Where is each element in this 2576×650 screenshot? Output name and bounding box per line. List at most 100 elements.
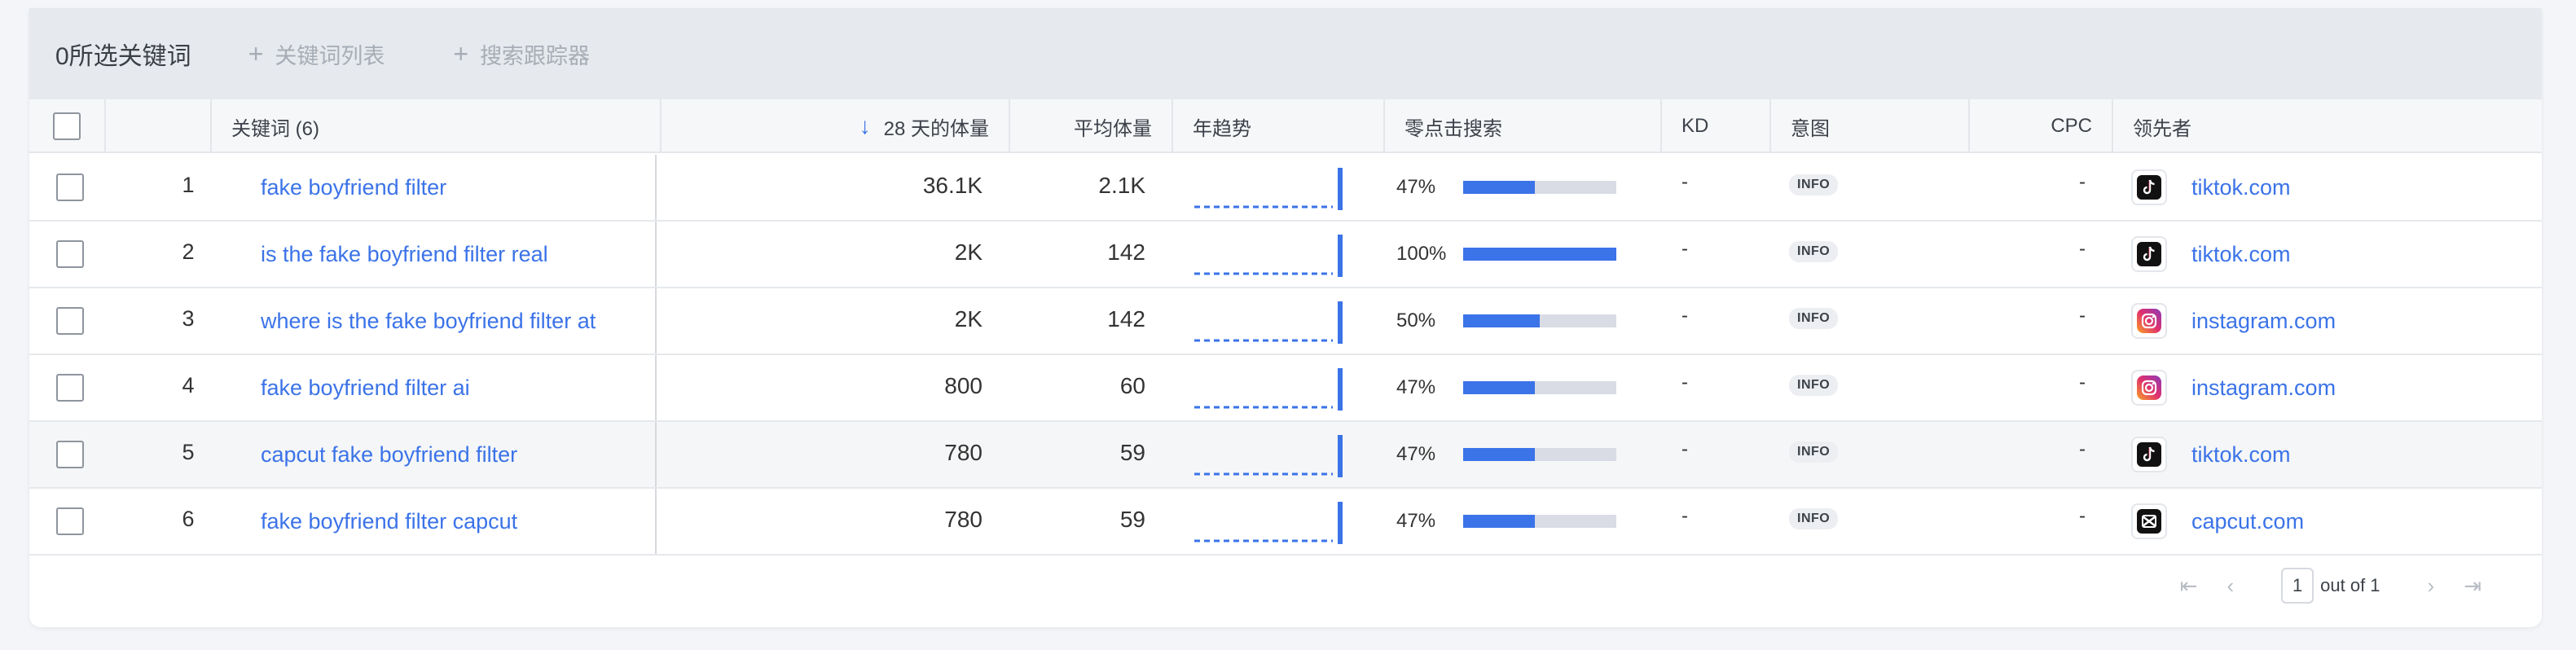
header-volume-28d[interactable]: ↓ 28 天的体量 bbox=[662, 99, 1010, 153]
add-to-keyword-list-button[interactable]: + 关键词列表 bbox=[248, 38, 385, 70]
page-number-input[interactable]: 1 bbox=[2281, 568, 2314, 604]
table-row[interactable]: 3 where is the fake boyfriend filter at … bbox=[29, 288, 2542, 355]
trend-sparkline bbox=[1165, 222, 1377, 287]
table-row[interactable]: 2 is the fake boyfriend filter real 2K 1… bbox=[29, 222, 2542, 288]
cpc-value: - bbox=[2079, 505, 2086, 527]
leader-domain-link[interactable]: instagram.com bbox=[2191, 309, 2336, 334]
row-checkbox[interactable] bbox=[56, 374, 84, 402]
trend-sparkline bbox=[1165, 355, 1377, 420]
cpc-value: - bbox=[2079, 305, 2086, 327]
keyword-link[interactable]: capcut fake boyfriend filter bbox=[233, 422, 657, 487]
trend-sparkline-graphic bbox=[1194, 502, 1343, 544]
leader-cell: capcut.com bbox=[2105, 489, 2537, 554]
intent-cell: INFO bbox=[1763, 288, 1962, 354]
sort-down-arrow-icon: ↓ bbox=[859, 113, 871, 138]
keyword-link[interactable]: where is the fake boyfriend filter at bbox=[233, 288, 657, 354]
avg-volume-value: 2.1K bbox=[1098, 173, 1145, 198]
header-intent[interactable]: 意图 bbox=[1771, 99, 1970, 153]
row-checkbox-cell bbox=[54, 422, 86, 487]
row-checkbox[interactable] bbox=[56, 240, 84, 268]
trend-sparkline bbox=[1165, 288, 1377, 354]
zero-click-bar bbox=[1463, 381, 1616, 394]
header-kd[interactable]: KD bbox=[1662, 99, 1771, 153]
intent-badge: INFO bbox=[1789, 508, 1839, 529]
header-avg-volume[interactable]: 平均体量 bbox=[1010, 99, 1173, 153]
last-page-icon[interactable]: ⇥ bbox=[2464, 573, 2481, 599]
leader-domain-link[interactable]: instagram.com bbox=[2191, 376, 2336, 401]
keyword-table-panel: 0所选关键词 + 关键词列表 + 搜索跟踪器 关键词 (6) ↓ 28 天的体量… bbox=[29, 8, 2542, 627]
keyword-link[interactable]: fake boyfriend filter bbox=[233, 155, 657, 220]
volume-28d-value: 2K bbox=[954, 306, 982, 332]
trend-sparkline-graphic bbox=[1194, 368, 1343, 411]
prev-page-icon[interactable]: ‹ bbox=[2227, 573, 2234, 599]
volume-28d-value: 800 bbox=[944, 373, 982, 398]
cpc-value: - bbox=[2079, 371, 2086, 393]
keyword-link[interactable]: fake boyfriend filter capcut bbox=[233, 489, 657, 554]
tiktok-icon bbox=[2131, 437, 2167, 472]
cpc-value: - bbox=[2079, 238, 2086, 260]
tiktok-icon bbox=[2131, 236, 2167, 272]
row-index: 5 bbox=[182, 440, 195, 464]
row-checkbox-cell bbox=[54, 155, 86, 220]
table-row[interactable]: 1 fake boyfriend filter 36.1K 2.1K 47% -… bbox=[29, 155, 2542, 222]
row-index: 2 bbox=[182, 239, 195, 264]
zero-click-bar-fill bbox=[1463, 181, 1536, 194]
zero-click-percent: 50% bbox=[1396, 310, 1436, 332]
keyword-link[interactable]: is the fake boyfriend filter real bbox=[233, 222, 657, 287]
zero-click-cell: 47% bbox=[1377, 155, 1654, 220]
trend-sparkline-graphic bbox=[1194, 235, 1343, 277]
table-row[interactable]: 4 fake boyfriend filter ai 800 60 47% - … bbox=[29, 355, 2542, 422]
zero-click-bar bbox=[1463, 181, 1616, 194]
header-cpc-label: CPC bbox=[2051, 115, 2092, 137]
header-leader[interactable]: 领先者 bbox=[2113, 99, 2542, 153]
leader-domain-link[interactable]: tiktok.com bbox=[2191, 442, 2291, 468]
add-to-keyword-list-label: 关键词列表 bbox=[275, 43, 385, 68]
first-page-icon[interactable]: ⇤ bbox=[2180, 573, 2198, 599]
table-row[interactable]: 5 capcut fake boyfriend filter 780 59 47… bbox=[29, 422, 2542, 489]
zero-click-percent: 47% bbox=[1396, 176, 1436, 198]
header-cpc[interactable]: CPC bbox=[1970, 99, 2113, 153]
zero-click-cell: 50% bbox=[1377, 288, 1654, 354]
avg-volume-value: 60 bbox=[1119, 373, 1145, 398]
row-checkbox[interactable] bbox=[56, 441, 84, 468]
row-index: 1 bbox=[182, 173, 195, 197]
add-to-tracker-label: 搜索跟踪器 bbox=[480, 43, 591, 68]
leader-domain-link[interactable]: tiktok.com bbox=[2191, 175, 2291, 200]
intent-cell: INFO bbox=[1763, 155, 1962, 220]
table-row[interactable]: 6 fake boyfriend filter capcut 780 59 47… bbox=[29, 489, 2542, 556]
keyword-link[interactable]: fake boyfriend filter ai bbox=[233, 355, 657, 420]
zero-click-bar-fill bbox=[1463, 314, 1540, 327]
leader-domain-link[interactable]: capcut.com bbox=[2191, 509, 2304, 534]
header-index-cell bbox=[106, 99, 212, 153]
header-zero-click[interactable]: 零点击搜索 bbox=[1385, 99, 1662, 153]
kd-value: - bbox=[1681, 305, 1688, 327]
zero-click-percent: 47% bbox=[1396, 443, 1436, 465]
header-keyword[interactable]: 关键词 (6) bbox=[212, 99, 662, 153]
row-checkbox[interactable] bbox=[56, 507, 84, 535]
intent-badge: INFO bbox=[1789, 441, 1839, 463]
zero-click-percent: 47% bbox=[1396, 376, 1436, 398]
intent-badge: INFO bbox=[1789, 241, 1839, 262]
next-page-icon[interactable]: › bbox=[2428, 573, 2435, 599]
avg-volume-value: 142 bbox=[1107, 306, 1145, 332]
add-to-tracker-button[interactable]: + 搜索跟踪器 bbox=[453, 38, 590, 70]
header-trend[interactable]: 年趋势 bbox=[1173, 99, 1385, 153]
row-checkbox-cell bbox=[54, 355, 86, 420]
zero-click-cell: 47% bbox=[1377, 489, 1654, 554]
intent-badge: INFO bbox=[1789, 308, 1839, 329]
zero-click-bar bbox=[1463, 515, 1616, 528]
zero-click-bar bbox=[1463, 448, 1616, 461]
kd-value: - bbox=[1681, 371, 1688, 393]
row-checkbox[interactable] bbox=[56, 307, 84, 335]
header-keyword-label: 关键词 (6) bbox=[231, 117, 319, 140]
leader-domain-link[interactable]: tiktok.com bbox=[2191, 242, 2291, 267]
avg-volume-value: 59 bbox=[1119, 440, 1145, 465]
zero-click-percent: 47% bbox=[1396, 510, 1436, 532]
plus-icon: + bbox=[248, 39, 264, 68]
row-checkbox-cell bbox=[54, 489, 86, 554]
zero-click-bar bbox=[1463, 314, 1616, 327]
select-all-checkbox[interactable] bbox=[53, 112, 81, 140]
row-checkbox[interactable] bbox=[56, 173, 84, 201]
table-toolbar: 0所选关键词 + 关键词列表 + 搜索跟踪器 bbox=[29, 8, 2542, 99]
leader-cell: tiktok.com bbox=[2105, 422, 2537, 487]
